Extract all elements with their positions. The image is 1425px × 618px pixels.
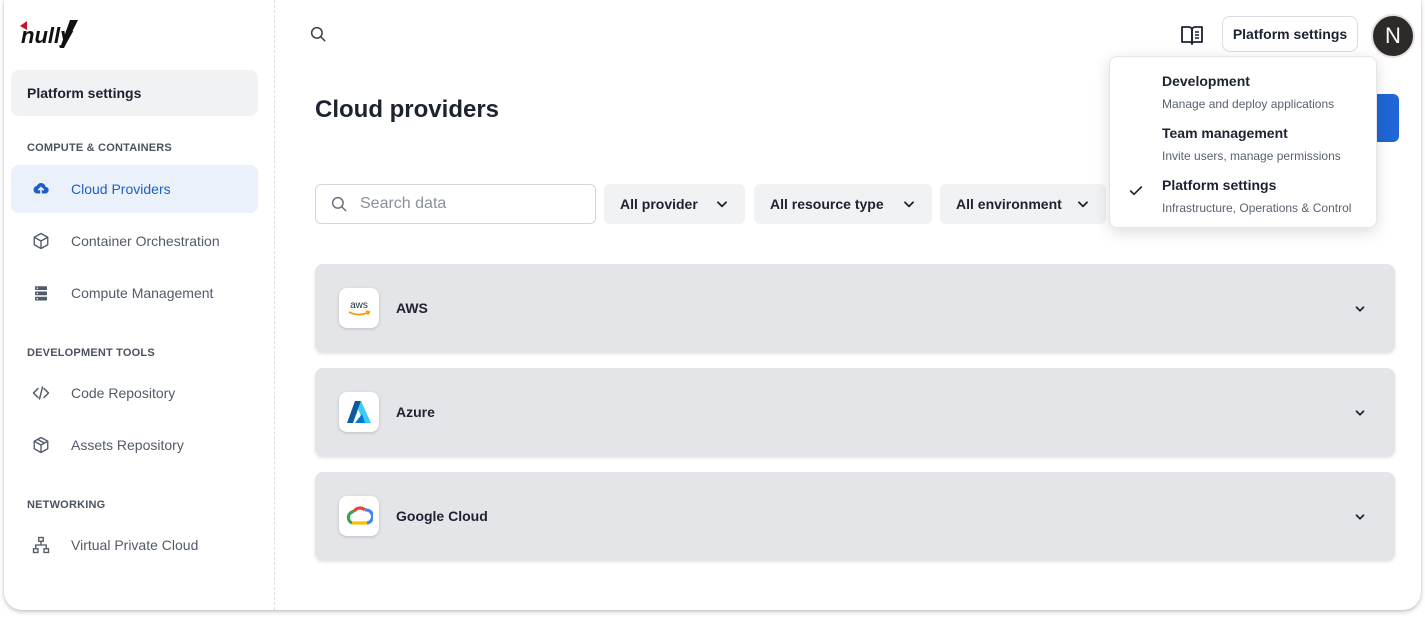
context-switcher-button[interactable]: Platform settings — [1222, 16, 1358, 52]
filter-label: All provider — [620, 196, 698, 212]
sidebar-item-code-repository[interactable]: Code Repository — [11, 369, 258, 417]
azure-logo — [339, 392, 379, 432]
sidebar-item-compute-management[interactable]: Compute Management — [11, 269, 258, 317]
filter-environment[interactable]: All environment — [940, 184, 1106, 224]
chevron-down-icon — [904, 201, 914, 208]
menu-item-title: Platform settings — [1162, 177, 1277, 193]
menu-item-subtitle: Manage and deploy applications — [1162, 97, 1335, 111]
section-title-compute: COMPUTE & CONTAINERS — [27, 142, 172, 154]
sidebar-item-label: Assets Repository — [71, 437, 184, 453]
filter-resource-type[interactable]: All resource type — [754, 184, 932, 224]
sidebar: nully Platform settings COMPUTE & CONTAI… — [4, 0, 275, 610]
search-icon — [331, 196, 347, 212]
sidebar-item-label: Cloud Providers — [71, 181, 171, 197]
menu-item-subtitle: Infrastructure, Operations & Control — [1162, 201, 1352, 215]
filter-label: All environment — [956, 196, 1062, 212]
menu-item-subtitle: Invite users, manage permissions — [1162, 149, 1341, 163]
provider-row-azure[interactable]: Azure — [315, 368, 1395, 456]
menu-item-title: Development — [1162, 73, 1250, 89]
context-card[interactable]: Platform settings — [11, 70, 258, 116]
check-icon — [1129, 186, 1143, 196]
svg-text:aws: aws — [350, 300, 368, 311]
search-input[interactable] — [358, 194, 582, 214]
cube-icon — [31, 231, 51, 251]
search-icon[interactable] — [309, 25, 327, 43]
sidebar-item-label: Code Repository — [71, 385, 176, 401]
menu-item-title: Team management — [1162, 125, 1288, 141]
section-title-dev-tools: DEVELOPMENT TOOLS — [27, 347, 155, 359]
filter-label: All resource type — [770, 196, 884, 212]
google-cloud-logo — [339, 496, 379, 536]
menu-item-development[interactable]: Development Manage and deploy applicatio… — [1110, 73, 1376, 125]
menu-item-platform-settings[interactable]: Platform settings Infrastructure, Operat… — [1110, 177, 1376, 229]
sidebar-item-container-orchestration[interactable]: Container Orchestration — [11, 217, 258, 265]
sidebar-item-virtual-private-cloud[interactable]: Virtual Private Cloud — [11, 521, 258, 569]
provider-name: Google Cloud — [396, 508, 488, 524]
filter-provider[interactable]: All provider — [604, 184, 745, 224]
page-title: Cloud providers — [315, 96, 500, 123]
chevron-down-icon[interactable] — [1353, 406, 1367, 420]
sidebar-item-assets-repository[interactable]: Assets Repository — [11, 421, 258, 469]
chevron-down-icon — [1078, 201, 1088, 208]
cloud-upload-icon — [31, 179, 51, 199]
menu-item-team-management[interactable]: Team management Invite users, manage per… — [1110, 125, 1376, 177]
sidebar-item-cloud-providers[interactable]: Cloud Providers — [11, 165, 258, 213]
network-icon — [31, 535, 51, 555]
provider-row-google-cloud[interactable]: Google Cloud — [315, 472, 1395, 560]
provider-name: Azure — [396, 404, 435, 420]
sidebar-item-label: Container Orchestration — [71, 233, 220, 249]
provider-name: AWS — [396, 300, 428, 316]
section-title-networking: NETWORKING — [27, 499, 106, 511]
brand-logo[interactable]: nully — [18, 18, 82, 50]
avatar[interactable]: N — [1371, 14, 1415, 58]
chevron-down-icon — [717, 201, 727, 208]
app-window: nully Platform settings COMPUTE & CONTAI… — [4, 0, 1421, 610]
aws-logo: aws — [339, 288, 379, 328]
chevron-down-icon[interactable] — [1353, 510, 1367, 524]
package-icon — [31, 435, 51, 455]
provider-row-aws[interactable]: aws AWS — [315, 264, 1395, 352]
server-icon — [31, 283, 51, 303]
search-field[interactable] — [315, 184, 596, 224]
sidebar-item-label: Virtual Private Cloud — [71, 537, 199, 553]
book-open-icon[interactable] — [1180, 24, 1204, 46]
context-menu: Development Manage and deploy applicatio… — [1109, 56, 1377, 228]
code-icon — [31, 383, 51, 403]
sidebar-item-label: Compute Management — [71, 285, 214, 301]
chevron-down-icon[interactable] — [1353, 302, 1367, 316]
